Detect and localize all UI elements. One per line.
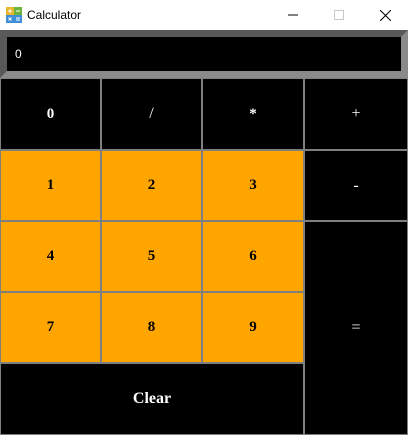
- key-divide[interactable]: /: [101, 78, 202, 150]
- minimize-button[interactable]: [270, 0, 316, 30]
- clear-button[interactable]: Clear: [0, 363, 304, 435]
- key-8[interactable]: 8: [101, 292, 202, 363]
- calculator-app-icon: [6, 7, 22, 23]
- key-4[interactable]: 4: [0, 221, 101, 292]
- display-value: 0: [15, 47, 22, 61]
- key-add[interactable]: +: [304, 78, 408, 150]
- key-3[interactable]: 3: [202, 150, 304, 221]
- key-1[interactable]: 1: [0, 150, 101, 221]
- key-multiply[interactable]: *: [202, 78, 304, 150]
- key-0[interactable]: 0: [0, 78, 101, 150]
- window-title: Calculator: [27, 8, 82, 22]
- key-2[interactable]: 2: [101, 150, 202, 221]
- key-5[interactable]: 5: [101, 221, 202, 292]
- maximize-button[interactable]: [316, 0, 362, 30]
- key-subtract[interactable]: -: [304, 150, 408, 221]
- close-button[interactable]: [362, 0, 408, 30]
- title-bar: Calculator: [0, 0, 408, 30]
- maximize-icon: [334, 10, 344, 20]
- key-6[interactable]: 6: [202, 221, 304, 292]
- key-7[interactable]: 7: [0, 292, 101, 363]
- key-9[interactable]: 9: [202, 292, 304, 363]
- calculator-display[interactable]: 0: [0, 30, 408, 78]
- minimize-icon: [288, 14, 298, 16]
- key-equals[interactable]: =: [304, 221, 408, 435]
- close-icon: [379, 9, 391, 21]
